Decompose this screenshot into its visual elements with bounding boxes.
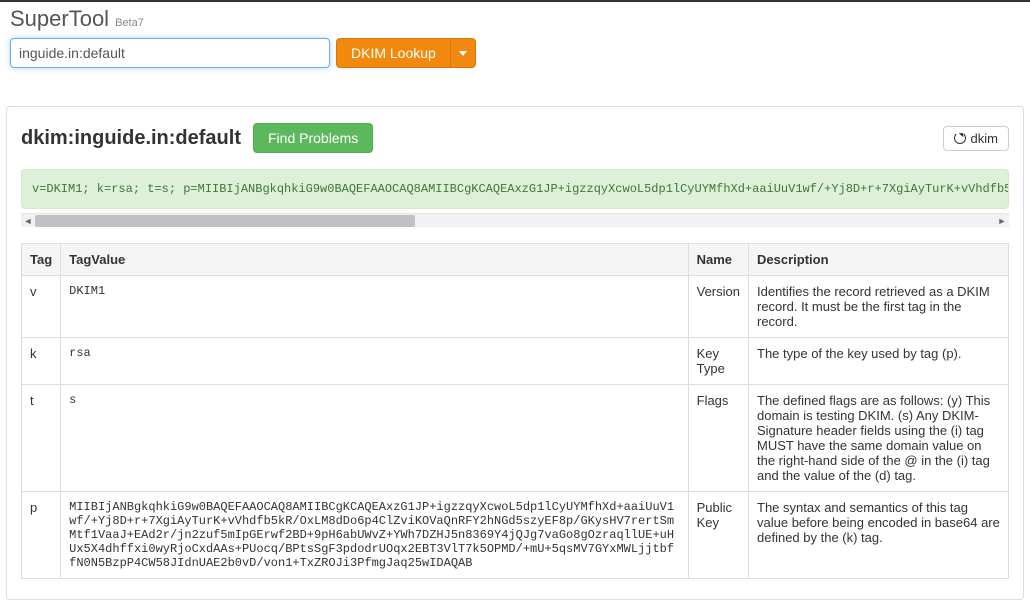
dkim-lookup-button[interactable]: DKIM Lookup (336, 38, 450, 68)
brand: SuperTool Beta7 (10, 6, 1020, 32)
cell-tag: p (22, 492, 61, 579)
cell-tagvalue: MIIBIjANBgkqhkiG9w0BAQEFAAOCAQ8AMIIBCgKC… (61, 492, 688, 579)
cell-desc: The syntax and semantics of this tag val… (749, 492, 1009, 579)
cell-name: Key Type (688, 338, 748, 385)
cell-desc: The type of the key used by tag (p). (749, 338, 1009, 385)
cell-desc: Identifies the record retrieved as a DKI… (749, 276, 1009, 338)
th-name: Name (688, 244, 748, 276)
th-tagvalue: TagValue (61, 244, 688, 276)
brand-title: SuperTool (10, 6, 109, 32)
find-problems-button[interactable]: Find Problems (253, 123, 373, 153)
cell-tag: t (22, 385, 61, 492)
chevron-down-icon (459, 51, 467, 56)
search-input[interactable] (10, 38, 330, 68)
brand-beta: Beta7 (115, 17, 144, 29)
table-row: k rsa Key Type The type of the key used … (22, 338, 1009, 385)
dkim-tag-table: Tag TagValue Name Description v DKIM1 Ve… (21, 243, 1009, 579)
scroll-right-icon[interactable]: ► (995, 214, 1009, 228)
table-row: v DKIM1 Version Identifies the record re… (22, 276, 1009, 338)
cell-tag: k (22, 338, 61, 385)
th-description: Description (749, 244, 1009, 276)
search-row: DKIM Lookup (10, 38, 1020, 68)
table-header-row: Tag TagValue Name Description (22, 244, 1009, 276)
result-panel: dkim:inguide.in:default Find Problems dk… (6, 106, 1024, 600)
cell-tagvalue: DKIM1 (61, 276, 688, 338)
dkim-record-box: v=DKIM1; k=rsa; t=s; p=MIIBIjANBgkqhkiG9… (21, 169, 1009, 209)
cell-tag: v (22, 276, 61, 338)
dkim-record-text: v=DKIM1; k=rsa; t=s; p=MIIBIjANBgkqhkiG9… (22, 170, 1008, 208)
panel-head: dkim:inguide.in:default Find Problems dk… (21, 123, 1009, 153)
cell-desc: The defined flags are as follows: (y) Th… (749, 385, 1009, 492)
lookup-dropdown-toggle[interactable] (450, 38, 476, 68)
topbar: SuperTool Beta7 DKIM Lookup (0, 0, 1030, 78)
refresh-dkim-button[interactable]: dkim (943, 126, 1009, 151)
refresh-icon (954, 132, 966, 144)
cell-name: Public Key (688, 492, 748, 579)
cell-name: Version (688, 276, 748, 338)
result-title: dkim:inguide.in:default (21, 127, 241, 150)
record-scrollbar[interactable]: ◄ ► (21, 213, 1009, 227)
scroll-left-icon[interactable]: ◄ (21, 214, 35, 228)
table-row: p MIIBIjANBgkqhkiG9w0BAQEFAAOCAQ8AMIIBCg… (22, 492, 1009, 579)
cell-tagvalue: rsa (61, 338, 688, 385)
table-row: t s Flags The defined flags are as follo… (22, 385, 1009, 492)
panel-head-left: dkim:inguide.in:default Find Problems (21, 123, 373, 153)
cell-tagvalue: s (61, 385, 688, 492)
scroll-thumb[interactable] (35, 215, 415, 227)
cell-name: Flags (688, 385, 748, 492)
refresh-label: dkim (971, 131, 998, 146)
th-tag: Tag (22, 244, 61, 276)
lookup-button-group: DKIM Lookup (336, 38, 476, 68)
